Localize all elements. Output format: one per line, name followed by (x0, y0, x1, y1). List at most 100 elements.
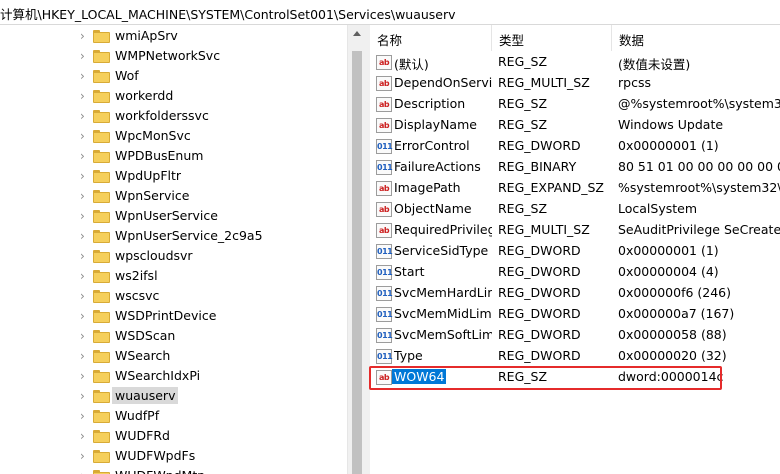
chevron-right-icon[interactable]: › (80, 369, 85, 383)
value-row[interactable]: 011 Type REG_DWORD 0x00000020 (32) (370, 346, 780, 367)
tree-item-label: WpnUserService_2c9a5 (115, 228, 263, 243)
address-bar[interactable]: 计算机\HKEY_LOCAL_MACHINE\SYSTEM\ControlSet… (0, 0, 780, 25)
binary-value-icon: 011 (376, 307, 393, 322)
tree-scrollbar[interactable] (347, 25, 366, 474)
column-header-type[interactable]: 类型 (492, 25, 612, 51)
folder-icon (93, 90, 110, 103)
tree-item[interactable]: › WUDFWpdMtp (0, 466, 347, 474)
tree-item-label: WUDFRd (115, 428, 170, 443)
folder-icon (93, 210, 110, 223)
tree-item-label: workerdd (115, 88, 174, 103)
tree-item[interactable]: › WSDPrintDevice (0, 306, 347, 326)
chevron-right-icon[interactable]: › (80, 149, 85, 163)
chevron-right-icon[interactable]: › (80, 29, 85, 43)
chevron-right-icon[interactable]: › (80, 229, 85, 243)
chevron-right-icon[interactable]: › (80, 469, 85, 474)
address-path: 计算机\HKEY_LOCAL_MACHINE\SYSTEM\ControlSet… (0, 7, 456, 22)
value-row[interactable]: 011 FailureActions REG_BINARY 80 51 01 00 0… (370, 157, 780, 178)
column-header-data[interactable]: 数据 (612, 25, 780, 51)
tree-item-label: wmiApSrv (115, 28, 178, 43)
folder-icon (93, 250, 110, 263)
tree-item[interactable]: › WSearch (0, 346, 347, 366)
value-type: REG_EXPAND_SZ (498, 180, 604, 195)
scroll-up-icon[interactable] (353, 31, 361, 36)
chevron-right-icon[interactable]: › (80, 429, 85, 443)
value-row[interactable]: abRequiredPrivileges REG_MULTI_SZ SeAuditP… (370, 220, 780, 241)
value-type: REG_MULTI_SZ (498, 75, 590, 90)
tree-item[interactable]: › WpnUserService (0, 206, 347, 226)
tree-item[interactable]: › WpnUserService_2c9a5 (0, 226, 347, 246)
value-row[interactable]: 011 ServiceSidType REG_DWORD 0x00000001 (1) (370, 241, 780, 262)
tree-item[interactable]: › workerdd (0, 86, 347, 106)
chevron-right-icon[interactable]: › (80, 169, 85, 183)
registry-tree[interactable]: › wmiApSrv › WMPNetworkSvc › Wof › workerdd › wor… (0, 25, 366, 474)
value-row[interactable]: ab Description REG_SZ @%systemroot%\system3… (370, 94, 780, 115)
value-row[interactable]: ab DisplayName REG_SZ Windows Update (370, 115, 780, 136)
value-name: DependOnService (394, 75, 492, 90)
chevron-right-icon[interactable]: › (80, 49, 85, 63)
tree-item[interactable]: › WSearchIdxPi (0, 366, 347, 386)
tree-item[interactable]: › WUDFWpdFs (0, 446, 347, 466)
tree-item-label: WSearchIdxPi (115, 368, 201, 383)
tree-item[interactable]: › WUDFRd (0, 426, 347, 446)
chevron-right-icon[interactable]: › (80, 69, 85, 83)
folder-icon (93, 430, 110, 443)
tree-item[interactable]: › workfolderssvc (0, 106, 347, 126)
value-type: REG_DWORD (498, 285, 581, 300)
value-data: 0x00000001 (1) (618, 243, 719, 258)
chevron-right-icon[interactable]: › (80, 269, 85, 283)
value-row[interactable]: 011 Start REG_DWORD 0x00000004 (4) (370, 262, 780, 283)
chevron-right-icon[interactable]: › (80, 349, 85, 363)
tree-item-label: WMPNetworkSvc (115, 48, 221, 63)
folder-icon (93, 370, 110, 383)
value-row[interactable]: abDependOnService REG_MULTI_SZ rpcss (370, 73, 780, 94)
chevron-right-icon[interactable]: › (80, 409, 85, 423)
tree-item[interactable]: › wuauserv (0, 386, 347, 406)
value-row[interactable]: ab ImagePath REG_EXPAND_SZ %systemroot%\sys… (370, 178, 780, 199)
chevron-right-icon[interactable]: › (80, 109, 85, 123)
folder-icon (93, 230, 110, 243)
chevron-right-icon[interactable]: › (80, 209, 85, 223)
binary-value-icon: 011 (376, 139, 393, 154)
tree-item[interactable]: › WSDScan (0, 326, 347, 346)
value-name: ErrorControl (394, 138, 470, 153)
tree-item[interactable]: › ws2ifsl (0, 266, 347, 286)
value-row[interactable]: 011SvcMemSoftLimitInMB REG_DWORD 0x0000005… (370, 325, 780, 346)
tree-item[interactable]: › WpcMonSvc (0, 126, 347, 146)
value-type: REG_SZ (498, 201, 548, 216)
chevron-right-icon[interactable]: › (80, 329, 85, 343)
tree-item[interactable]: › WpnService (0, 186, 347, 206)
chevron-right-icon[interactable]: › (80, 289, 85, 303)
tree-item[interactable]: › wmiApSrv (0, 26, 347, 46)
column-header-name[interactable]: 名称 (370, 25, 492, 51)
chevron-right-icon[interactable]: › (80, 89, 85, 103)
tree-item[interactable]: › WPDBusEnum (0, 146, 347, 166)
value-row[interactable]: 011SvcMemMidLimitInMB REG_DWORD 0x000000a7… (370, 304, 780, 325)
chevron-right-icon[interactable]: › (80, 449, 85, 463)
chevron-right-icon[interactable]: › (80, 309, 85, 323)
value-row[interactable]: ab (默认) REG_SZ (数值未设置) (370, 52, 780, 73)
chevron-right-icon[interactable]: › (80, 249, 85, 263)
tree-item[interactable]: › WudfPf (0, 406, 347, 426)
tree-item[interactable]: › Wof (0, 66, 347, 86)
tree-item[interactable]: › WpdUpFltr (0, 166, 347, 186)
tree-item[interactable]: › wscsvc (0, 286, 347, 306)
chevron-right-icon[interactable]: › (80, 189, 85, 203)
folder-icon (93, 50, 110, 63)
values-list[interactable]: 名称 类型 数据 ab (默认) REG_SZ (数值未设置)ab DependOnSe… (370, 25, 780, 474)
value-data: 0x00000020 (32) (618, 348, 727, 363)
folder-icon (93, 150, 110, 163)
value-name: RequiredPrivileges (394, 222, 492, 237)
chevron-right-icon[interactable]: › (80, 129, 85, 143)
tree-item[interactable]: › WMPNetworkSvc (0, 46, 347, 66)
value-row[interactable]: 011SvcMemHardLimitInMB REG_DWORD 0x000000f… (370, 283, 780, 304)
chevron-right-icon[interactable]: › (80, 389, 85, 403)
scroll-thumb[interactable] (352, 51, 362, 474)
folder-icon (93, 330, 110, 343)
value-row[interactable]: 011 ErrorControl REG_DWORD 0x00000001 (1) (370, 136, 780, 157)
value-type: REG_SZ (498, 117, 548, 132)
tree-item[interactable]: › wpscloudsvr (0, 246, 347, 266)
string-value-icon: ab (376, 202, 392, 217)
value-row[interactable]: ab ObjectName REG_SZ LocalSystem (370, 199, 780, 220)
value-type: REG_DWORD (498, 327, 581, 342)
